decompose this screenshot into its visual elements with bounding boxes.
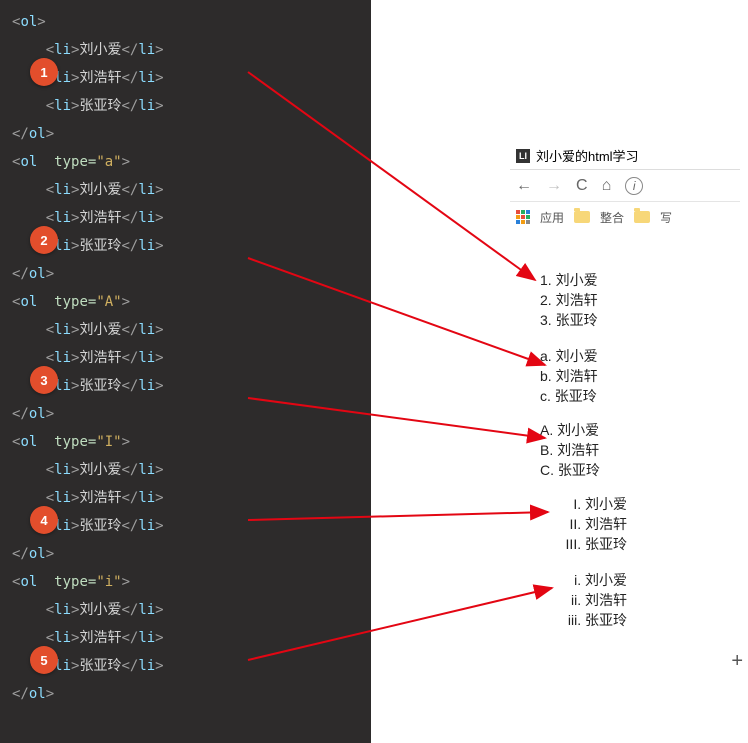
list-item: I. 刘小爱 bbox=[542, 494, 627, 514]
code-line: <li>刘浩轩</li> bbox=[12, 64, 359, 92]
bookmark-folder-2[interactable]: 写 bbox=[660, 209, 672, 226]
code-line: <li>刘小爱</li> bbox=[12, 176, 359, 204]
forward-button[interactable]: → bbox=[546, 177, 562, 195]
back-button[interactable]: ← bbox=[516, 177, 532, 195]
list-item: B. 刘浩轩 bbox=[540, 440, 600, 460]
code-line: </ol> bbox=[12, 120, 359, 148]
code-line: <li>张亚玲</li> bbox=[12, 512, 359, 540]
annotation-badge-3: 3 bbox=[30, 366, 58, 394]
code-line: <li>刘小爱</li> bbox=[12, 596, 359, 624]
annotation-badge-4: 4 bbox=[30, 506, 58, 534]
rendered-list-lower-roman: i. 刘小爱ii. 刘浩轩iii. 张亚玲 bbox=[542, 570, 627, 630]
code-line: <li>刘浩轩</li> bbox=[12, 344, 359, 372]
browser-nav-bar: ← → C ⌂ i bbox=[510, 170, 740, 202]
browser-tab-bar: LI 刘小爱的html学习 bbox=[510, 142, 740, 170]
favicon-icon: LI bbox=[516, 149, 530, 163]
code-line: </ol> bbox=[12, 540, 359, 568]
list-item: 3. 张亚玲 bbox=[540, 310, 598, 330]
list-item: III. 张亚玲 bbox=[542, 534, 627, 554]
list-item: i. 刘小爱 bbox=[542, 570, 627, 590]
bookmark-bar: 应用 整合 写 bbox=[510, 202, 740, 232]
rendered-list-decimal: 1. 刘小爱2. 刘浩轩3. 张亚玲 bbox=[540, 270, 598, 330]
code-line: <li>刘浩轩</li> bbox=[12, 204, 359, 232]
rendered-list-upper-alpha: A. 刘小爱B. 刘浩轩C. 张亚玲 bbox=[540, 420, 600, 480]
list-item: 2. 刘浩轩 bbox=[540, 290, 598, 310]
rendered-list-upper-roman: I. 刘小爱II. 刘浩轩III. 张亚玲 bbox=[542, 494, 627, 554]
reload-button[interactable]: C bbox=[576, 177, 588, 195]
code-line: <li>张亚玲</li> bbox=[12, 232, 359, 260]
list-item: A. 刘小爱 bbox=[540, 420, 600, 440]
list-item: iii. 张亚玲 bbox=[542, 610, 627, 630]
code-line: <li>刘小爱</li> bbox=[12, 456, 359, 484]
code-line: </ol> bbox=[12, 680, 359, 708]
code-line: <li>刘浩轩</li> bbox=[12, 624, 359, 652]
code-line: <li>刘小爱</li> bbox=[12, 36, 359, 64]
list-item: 1. 刘小爱 bbox=[540, 270, 598, 290]
code-line: <li>张亚玲</li> bbox=[12, 372, 359, 400]
info-icon[interactable]: i bbox=[625, 177, 643, 195]
cursor-crosshair-icon: + bbox=[731, 650, 743, 673]
code-line: <ol type="A"> bbox=[12, 288, 359, 316]
browser-preview: LI 刘小爱的html学习 ← → C ⌂ i 应用 整合 写 bbox=[510, 142, 740, 232]
list-item: C. 张亚玲 bbox=[540, 460, 600, 480]
list-item: II. 刘浩轩 bbox=[542, 514, 627, 534]
list-item: b. 刘浩轩 bbox=[540, 366, 598, 386]
code-line: </ol> bbox=[12, 260, 359, 288]
code-line: <li>刘小爱</li> bbox=[12, 316, 359, 344]
code-line: <ol type="I"> bbox=[12, 428, 359, 456]
list-item: c. 张亚玲 bbox=[540, 386, 598, 406]
home-button[interactable]: ⌂ bbox=[602, 177, 612, 195]
code-line: </ol> bbox=[12, 400, 359, 428]
annotation-badge-5: 5 bbox=[30, 646, 58, 674]
annotation-badge-2: 2 bbox=[30, 226, 58, 254]
folder-icon[interactable] bbox=[634, 211, 650, 223]
code-line: <ol type="i"> bbox=[12, 568, 359, 596]
annotation-badge-1: 1 bbox=[30, 58, 58, 86]
bookmark-folder-1[interactable]: 整合 bbox=[600, 209, 624, 226]
code-line: <li>张亚玲</li> bbox=[12, 652, 359, 680]
apps-icon[interactable] bbox=[516, 210, 530, 224]
code-line: <ol> bbox=[12, 8, 359, 36]
list-item: a. 刘小爱 bbox=[540, 346, 598, 366]
rendered-list-lower-alpha: a. 刘小爱b. 刘浩轩c. 张亚玲 bbox=[540, 346, 598, 406]
list-item: ii. 刘浩轩 bbox=[542, 590, 627, 610]
code-line: <li>刘浩轩</li> bbox=[12, 484, 359, 512]
apps-label[interactable]: 应用 bbox=[540, 209, 564, 226]
browser-tab-title: 刘小爱的html学习 bbox=[536, 146, 639, 165]
code-line: <li>张亚玲</li> bbox=[12, 92, 359, 120]
folder-icon[interactable] bbox=[574, 211, 590, 223]
code-line: <ol type="a"> bbox=[12, 148, 359, 176]
